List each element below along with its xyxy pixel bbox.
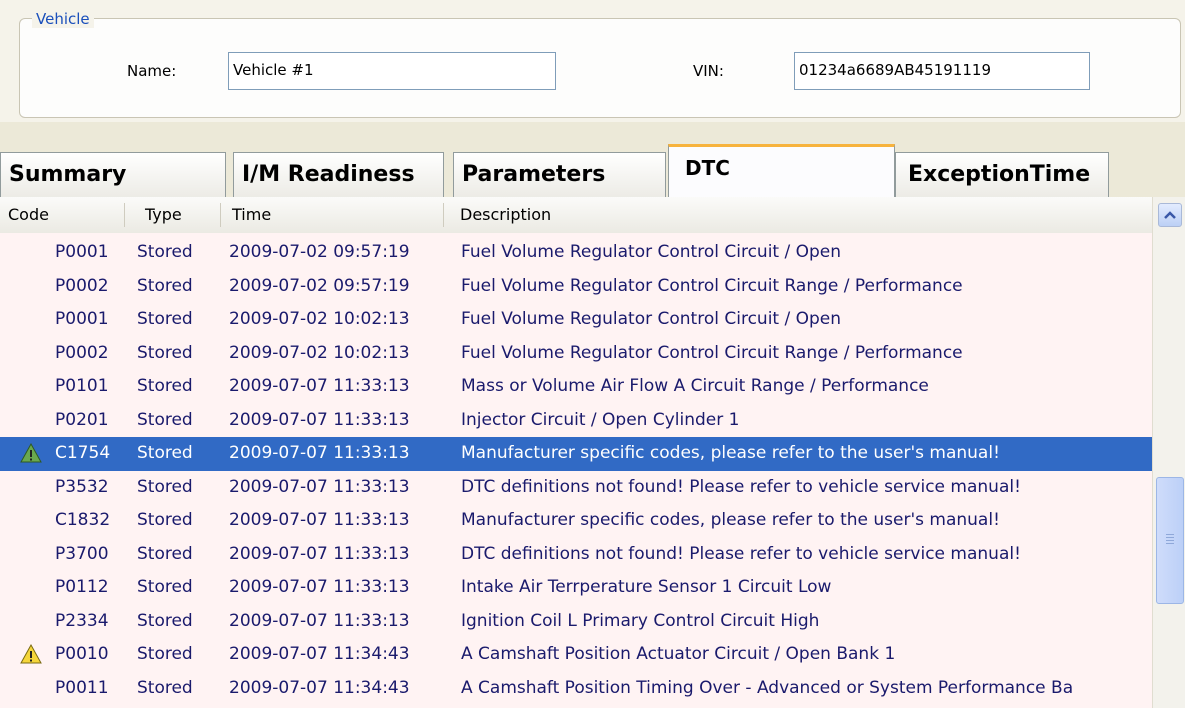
cell-time: 2009-07-02 09:57:19 — [229, 242, 410, 262]
vin-field[interactable]: 01234a6689AB45191119 — [794, 52, 1090, 90]
cell-type: Stored — [137, 275, 193, 296]
cell-type: Stored — [137, 610, 193, 631]
table-row[interactable]: P0112 Stored 2009-07-07 11:33:13 Intake Air… — [0, 571, 1152, 605]
cell-code: P3700 — [55, 543, 109, 564]
vertical-scrollbar[interactable] — [1152, 197, 1185, 708]
cell-description: Fuel Volume Regulator Control Circuit Ra… — [461, 342, 963, 363]
vehicle-panel: Vehicle Name: Vehicle #1 VIN: 01234a6689… — [0, 0, 1185, 122]
cell-code: P0002 — [55, 342, 109, 363]
chevron-up-icon — [1164, 211, 1176, 219]
vehicle-group-legend: Vehicle — [32, 10, 94, 28]
table-row[interactable]: P0011 Stored 2009-07-07 11:34:43 A Camshaft… — [0, 672, 1152, 706]
cell-description: Fuel Volume Regulator Control Circuit Ra… — [461, 275, 963, 296]
warning-icon — [20, 442, 42, 463]
cell-type: Stored — [137, 443, 193, 463]
cell-time: 2009-07-07 11:34:43 — [229, 677, 410, 698]
cell-description: Intake Air Terrperature Sensor 1 Circuit… — [461, 577, 832, 597]
column-separator[interactable] — [443, 203, 444, 227]
cell-description: Fuel Volume Regulator Control Circuit / … — [461, 309, 842, 329]
cell-time: 2009-07-07 11:33:13 — [229, 543, 410, 564]
scroll-up-button[interactable] — [1158, 203, 1182, 227]
warning-icon — [20, 643, 42, 664]
cell-description: Fuel Volume Regulator Control Circuit / … — [461, 242, 842, 262]
cell-description: DTC definitions not found! Please refer … — [461, 476, 1021, 497]
table-row[interactable]: P0010 Stored 2009-07-07 11:34:43 A Camshaft… — [0, 638, 1152, 672]
tab-dtc[interactable]: DTC — [668, 144, 895, 198]
column-header-time[interactable]: Time — [232, 205, 271, 224]
cell-type: Stored — [137, 376, 193, 396]
column-header-type[interactable]: Type — [145, 205, 182, 224]
cell-code: C1754 — [55, 443, 111, 463]
cell-type: Stored — [137, 543, 193, 564]
tab-im-readiness[interactable]: I/M Readiness — [233, 152, 444, 198]
table-row[interactable]: C1832 Stored 2009-07-07 11:33:13 Manufactur… — [0, 504, 1152, 538]
cell-time: 2009-07-02 09:57:19 — [229, 275, 410, 296]
column-separator[interactable] — [124, 203, 125, 227]
cell-time: 2009-07-07 11:33:13 — [229, 610, 410, 631]
cell-description: Injector Circuit / Open Cylinder 1 — [461, 409, 740, 430]
cell-time: 2009-07-07 11:33:13 — [229, 476, 410, 497]
cell-code: P0001 — [55, 242, 109, 262]
cell-description: DTC definitions not found! Please refer … — [461, 543, 1021, 564]
cell-time: 2009-07-07 11:33:13 — [229, 443, 410, 463]
tab-strip: Summary I/M Readiness Parameters DTC Exc… — [0, 122, 1185, 198]
tab-parameters[interactable]: Parameters — [453, 152, 666, 198]
cell-code: P2334 — [55, 610, 109, 631]
cell-type: Stored — [137, 309, 193, 329]
cell-description: A Camshaft Position Timing Over - Advanc… — [461, 677, 1074, 698]
cell-type: Stored — [137, 510, 193, 530]
cell-code: P3532 — [55, 476, 109, 497]
scroll-thumb[interactable] — [1156, 477, 1184, 604]
cell-description: Ignition Coil L Primary Control Circuit … — [461, 610, 820, 631]
table-row[interactable]: P0001 Stored 2009-07-02 10:02:13 Fuel Volum… — [0, 303, 1152, 337]
cell-time: 2009-07-07 11:34:43 — [229, 644, 410, 664]
cell-type: Stored — [137, 342, 193, 363]
cell-type: Stored — [137, 242, 193, 262]
table-row[interactable]: P0001 Stored 2009-07-02 09:57:19 Fuel Volum… — [0, 236, 1152, 270]
cell-description: Manufacturer specific codes, please refe… — [461, 443, 1000, 463]
name-label: Name: — [127, 62, 177, 80]
column-header-code[interactable]: Code — [8, 205, 49, 224]
cell-code: P0002 — [55, 275, 109, 296]
cell-type: Stored — [137, 577, 193, 597]
cell-type: Stored — [137, 409, 193, 430]
cell-time: 2009-07-07 11:33:13 — [229, 409, 410, 430]
cell-time: 2009-07-07 11:33:13 — [229, 376, 410, 396]
cell-time: 2009-07-07 11:33:13 — [229, 510, 410, 530]
cell-description: Manufacturer specific codes, please refe… — [461, 510, 1000, 530]
tab-summary[interactable]: Summary — [0, 152, 226, 198]
vin-label: VIN: — [693, 62, 724, 80]
cell-code: P0201 — [55, 409, 109, 430]
column-header-description[interactable]: Description — [460, 205, 551, 224]
dtc-list-header: Code Type Time Description — [0, 197, 1185, 234]
table-row[interactable]: P3700 Stored 2009-07-07 11:33:13 DTC defini… — [0, 538, 1152, 572]
cell-time: 2009-07-07 11:33:13 — [229, 577, 410, 597]
cell-type: Stored — [137, 677, 193, 698]
table-row[interactable]: C1754 Stored 2009-07-07 11:33:13 Manufactur… — [0, 437, 1152, 471]
cell-type: Stored — [137, 476, 193, 497]
cell-code: P0010 — [55, 644, 109, 664]
cell-code: P0011 — [55, 677, 109, 698]
cell-time: 2009-07-02 10:02:13 — [229, 309, 410, 329]
dtc-list[interactable]: P0001 Stored 2009-07-02 09:57:19 Fuel Volum… — [0, 233, 1152, 708]
cell-code: C1832 — [55, 510, 111, 530]
table-row[interactable]: P3532 Stored 2009-07-07 11:33:13 DTC defini… — [0, 471, 1152, 505]
table-row[interactable]: P0002 Stored 2009-07-02 10:02:13 Fuel Volum… — [0, 337, 1152, 371]
column-separator[interactable] — [220, 203, 221, 227]
cell-description: Mass or Volume Air Flow A Circuit Range … — [461, 376, 929, 396]
table-row[interactable]: P0002 Stored 2009-07-02 09:57:19 Fuel Volum… — [0, 270, 1152, 304]
table-row[interactable]: P0101 Stored 2009-07-07 11:33:13 Mass or Vo… — [0, 370, 1152, 404]
cell-description: A Camshaft Position Actuator Circuit / O… — [461, 644, 896, 664]
cell-time: 2009-07-02 10:02:13 — [229, 342, 410, 363]
table-row[interactable]: P2334 Stored 2009-07-07 11:33:13 Ignition C… — [0, 605, 1152, 639]
cell-code: P0101 — [55, 376, 109, 396]
cell-type: Stored — [137, 644, 193, 664]
tab-exception-time[interactable]: ExceptionTime — [895, 152, 1109, 198]
cell-code: P0112 — [55, 577, 109, 597]
cell-code: P0001 — [55, 309, 109, 329]
table-row[interactable]: P0201 Stored 2009-07-07 11:33:13 Injector C… — [0, 404, 1152, 438]
name-field[interactable]: Vehicle #1 — [228, 52, 556, 90]
